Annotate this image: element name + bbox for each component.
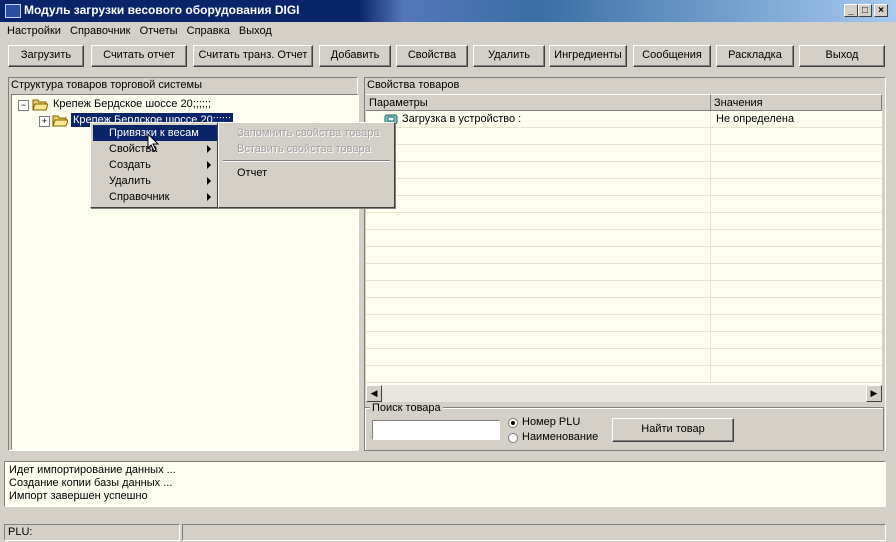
menu-reference[interactable]: Справочник (67, 22, 134, 41)
folder-open-icon (32, 99, 48, 111)
radio-plu[interactable] (508, 418, 518, 428)
menu-settings[interactable]: Настройки (4, 22, 64, 41)
context-submenu: Запомнить свойства товара Вставить свойс… (218, 122, 395, 208)
maximize-button[interactable]: □ (858, 4, 872, 17)
properties-button[interactable]: Свойства (396, 45, 468, 67)
log-line: Импорт завершен успешно (9, 490, 148, 502)
table-row[interactable] (366, 332, 882, 349)
radio-plu-label: Номер PLU (522, 416, 581, 428)
menu-exit[interactable]: Выход (236, 22, 275, 41)
messages-button[interactable]: Сообщения (633, 45, 711, 67)
toolbar: Загрузить Считать отчет Считать транз. О… (0, 42, 896, 68)
table-row[interactable] (366, 196, 882, 213)
expand-icon[interactable]: + (39, 116, 50, 127)
log-panel: Идет импортирование данных ... Создание … (4, 461, 886, 507)
table-row[interactable] (366, 349, 882, 366)
ctx-delete[interactable]: Удалить (93, 173, 217, 189)
table-row[interactable] (366, 264, 882, 281)
column-header-params[interactable]: Параметры (366, 94, 711, 111)
menu-bar: Настройки Справочник Отчеты Справка Выхо… (0, 22, 896, 41)
table-row[interactable] (366, 366, 882, 383)
collapse-icon[interactable]: − (18, 100, 29, 111)
layout-button[interactable]: Раскладка (716, 45, 794, 67)
submenu-arrow-icon (207, 161, 211, 169)
find-product-button[interactable]: Найти товар (612, 418, 734, 442)
table-row[interactable] (366, 179, 882, 196)
search-input[interactable] (372, 420, 500, 440)
table-row[interactable] (366, 298, 882, 315)
table-row[interactable] (366, 281, 882, 298)
radio-name-label: Наименование (522, 431, 599, 443)
folder-open-icon (52, 115, 68, 127)
menu-reports[interactable]: Отчеты (137, 22, 181, 41)
close-button[interactable]: × (874, 4, 888, 17)
submenu-arrow-icon (207, 145, 211, 153)
delete-button[interactable]: Удалить (473, 45, 545, 67)
column-header-values[interactable]: Значения (711, 94, 882, 111)
scroll-right-icon[interactable]: ▶ (866, 385, 882, 402)
ingredients-button[interactable]: Ингредиенты (549, 45, 627, 67)
ctx-paste-properties: Вставить свойства товара (237, 143, 371, 155)
param-cell: Загрузка в устройство : (402, 113, 522, 125)
add-button[interactable]: Добавить (319, 45, 391, 67)
load-button[interactable]: Загрузить (8, 45, 84, 67)
properties-grid[interactable]: Параметры Значения Загрузка в устройство… (366, 94, 882, 402)
ctx-reference[interactable]: Справочник (93, 189, 217, 205)
submenu-arrow-icon (207, 193, 211, 201)
table-row[interactable] (366, 162, 882, 179)
ctx-report[interactable]: Отчет (221, 165, 267, 181)
ctx-remember-properties: Запомнить свойства товара (237, 127, 380, 139)
table-row[interactable] (366, 315, 882, 332)
search-group-title: Поиск товара (370, 402, 443, 414)
table-row[interactable] (366, 145, 882, 162)
ctx-reference-label: Справочник (109, 191, 170, 203)
minimize-button[interactable]: _ (844, 4, 858, 17)
ctx-create-label: Создать (109, 159, 151, 171)
status-right (182, 524, 886, 541)
read-report-button[interactable]: Считать отчет (91, 45, 187, 67)
panel-title: Свойства товаров (367, 79, 460, 91)
value-cell: Не определена (716, 113, 795, 125)
menu-help[interactable]: Справка (184, 22, 233, 41)
ctx-create[interactable]: Создать (93, 157, 217, 173)
scroll-left-icon[interactable]: ◀ (366, 385, 382, 402)
table-row[interactable] (366, 128, 882, 145)
read-trans-report-button[interactable]: Считать транз. Отчет (193, 45, 313, 67)
table-row[interactable] (366, 230, 882, 247)
ctx-delete-label: Удалить (109, 175, 151, 187)
cursor-icon (147, 133, 160, 152)
menu-separator (223, 160, 390, 162)
exit-button[interactable]: Выход (799, 45, 885, 67)
table-row[interactable] (366, 213, 882, 230)
table-row[interactable] (366, 247, 882, 264)
log-line: Идет импортирование данных ... (9, 464, 176, 476)
app-icon (5, 4, 21, 18)
horizontal-scrollbar[interactable]: ◀ ▶ (366, 385, 882, 402)
log-line: Создание копии базы данных ... (9, 477, 173, 489)
radio-name[interactable] (508, 433, 518, 443)
submenu-arrow-icon (207, 177, 211, 185)
status-plu: PLU: (4, 524, 180, 541)
window-title: Модуль загрузки весового оборудования DI… (24, 3, 300, 17)
tree-root-label[interactable]: Крепеж Бердское шоссе 20;;;;;; (53, 98, 211, 110)
table-row[interactable]: Загрузка в устройство : Не определена (366, 111, 882, 128)
panel-title: Структура товаров торговой системы (11, 79, 202, 91)
